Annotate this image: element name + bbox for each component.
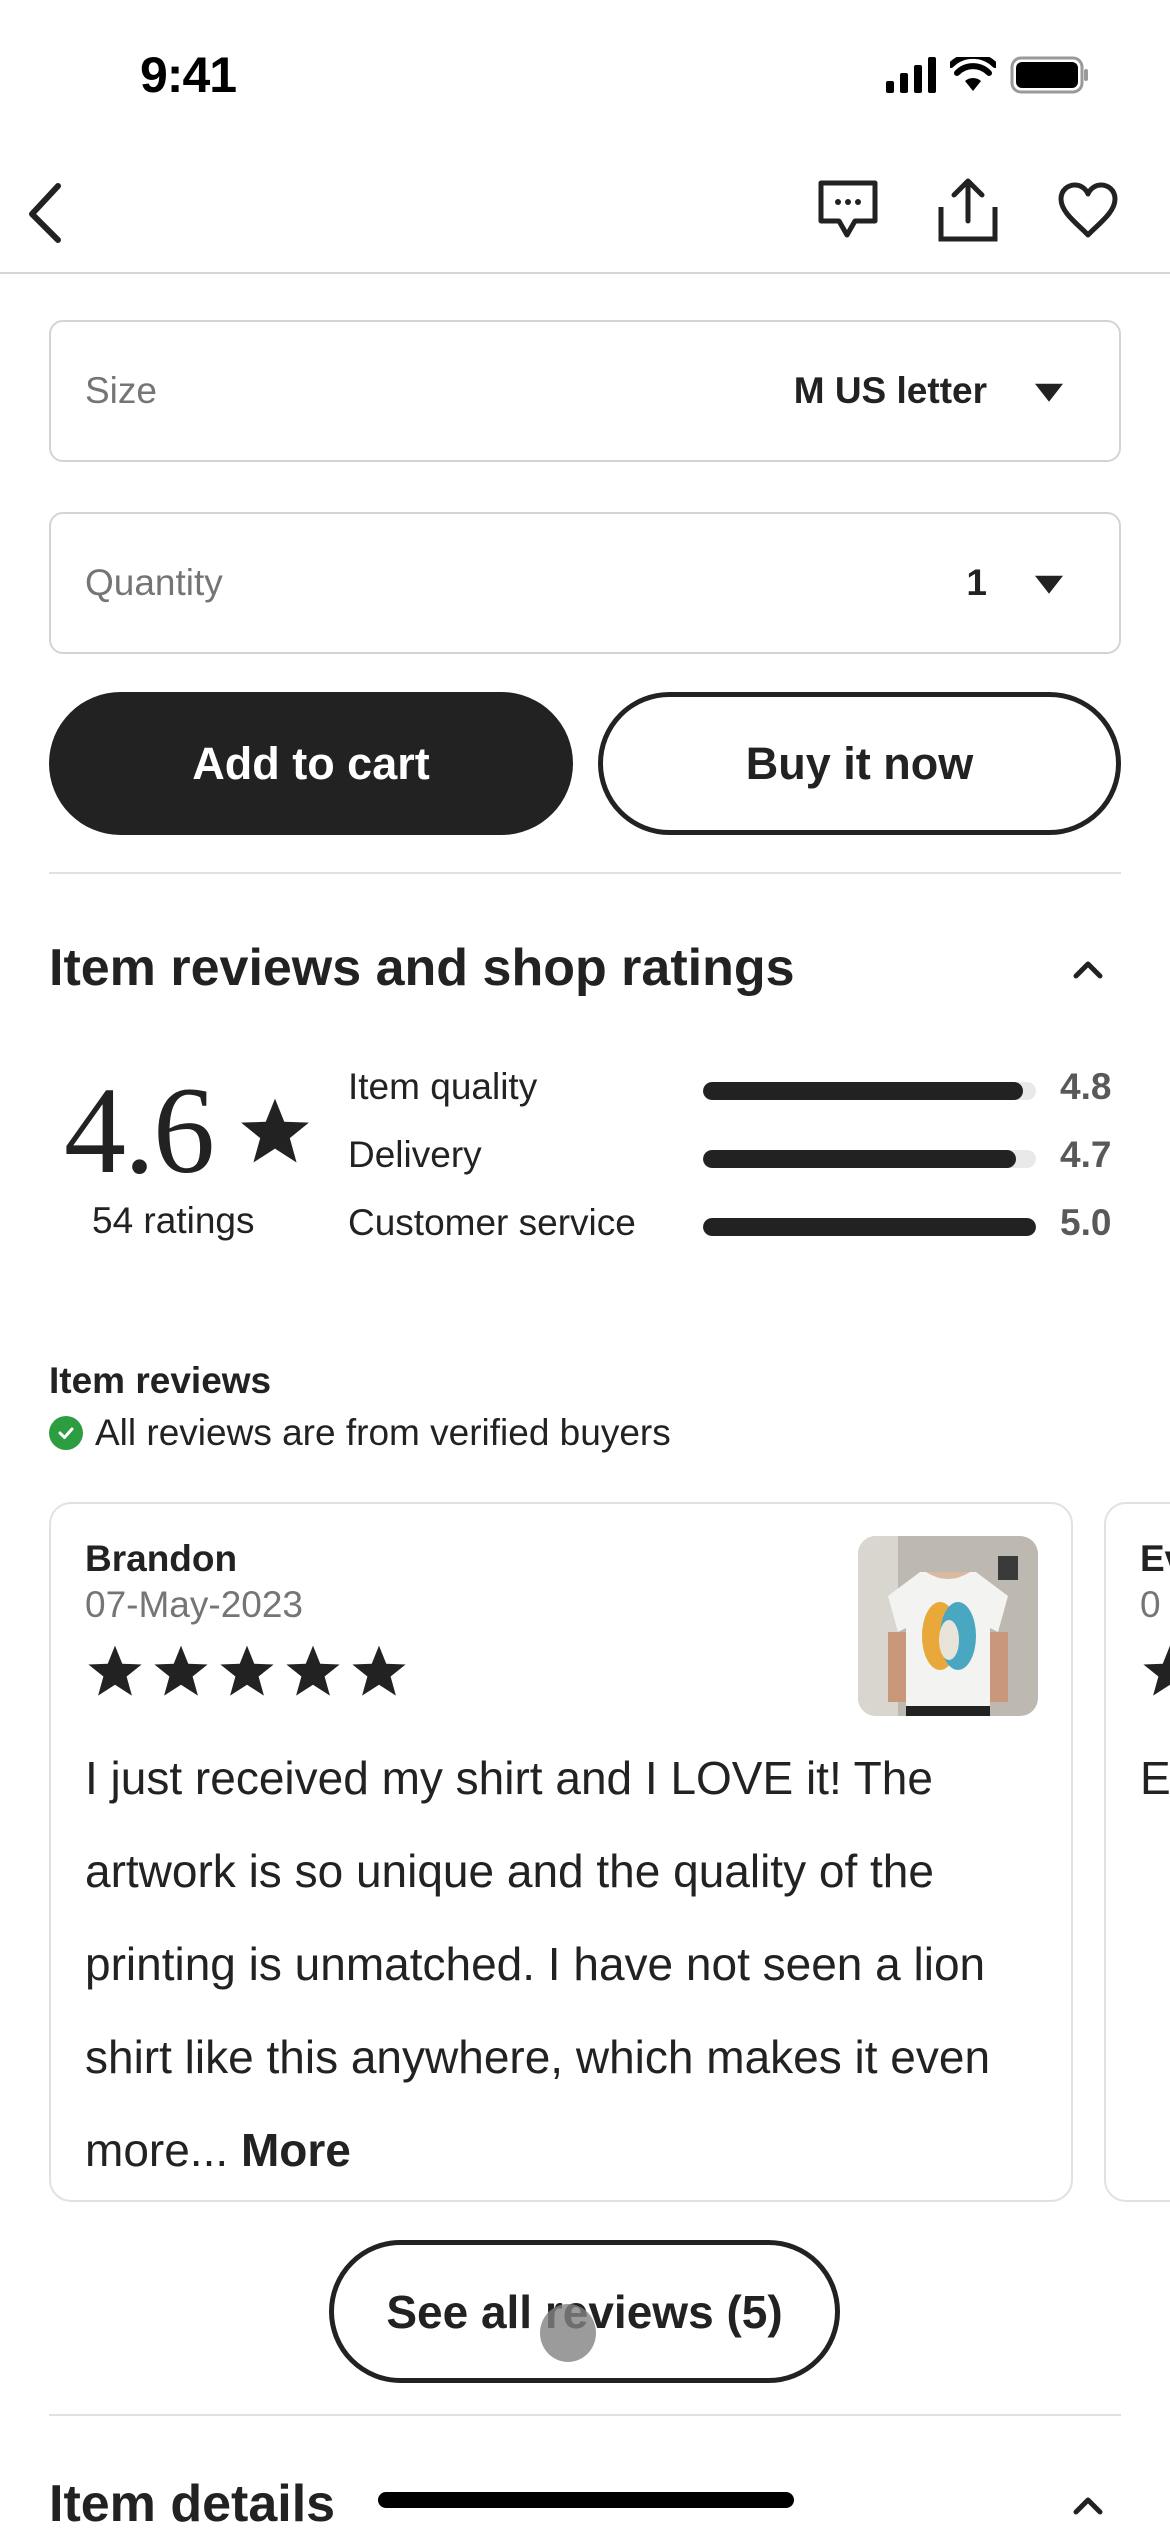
review-card[interactable]: Ev 0 E — [1104, 1502, 1170, 2202]
divider — [49, 872, 1121, 874]
wifi-icon — [950, 57, 996, 91]
status-icons — [886, 56, 1090, 94]
message-seller-button[interactable] — [806, 174, 890, 246]
star-icon — [154, 1645, 208, 1696]
share-icon — [938, 178, 998, 242]
size-label: Size — [85, 370, 157, 411]
review-date: 0 — [1140, 1584, 1161, 1625]
touch-indicator — [540, 2304, 596, 2362]
review-photo[interactable] — [858, 1536, 1038, 1716]
item-details-title: Item details — [49, 2475, 336, 2532]
divider — [49, 2414, 1121, 2416]
heart-icon — [1058, 182, 1118, 238]
nav-bar — [0, 150, 1170, 274]
reviewer-name: Brandon — [85, 1538, 238, 1579]
message-icon — [818, 180, 878, 238]
review-text: E — [1140, 1732, 1170, 1825]
caret-down-icon — [1035, 383, 1063, 402]
star-icon — [88, 1645, 142, 1696]
reviews-section-title: Item reviews and shop ratings — [49, 939, 795, 997]
review-stars — [85, 1642, 409, 1700]
metric-bar-fill — [703, 1218, 1036, 1236]
reviewer-name: Ev — [1140, 1538, 1170, 1579]
quantity-select[interactable]: Quantity 1 — [49, 512, 1121, 654]
buy-now-button[interactable]: Buy it now — [598, 692, 1121, 835]
metric-value: 4.8 — [1060, 1066, 1112, 1107]
quantity-label: Quantity — [85, 562, 223, 603]
star-icon — [1143, 1645, 1170, 1696]
add-to-cart-button[interactable]: Add to cart — [49, 692, 573, 835]
review-more-link[interactable]: More — [241, 2124, 351, 2176]
metric-label: Item quality — [348, 1066, 538, 1107]
verified-note: All reviews are from verified buyers — [49, 1412, 671, 1454]
review-body: I just received my shirt and I LOVE it! … — [85, 1752, 991, 2176]
metric-bar — [703, 1150, 1036, 1168]
review-body: E — [1140, 1752, 1170, 1804]
metric-bar — [703, 1218, 1036, 1236]
review-date: 07-May-2023 — [85, 1584, 304, 1625]
favorite-button[interactable] — [1046, 174, 1130, 246]
back-button[interactable] — [18, 174, 78, 246]
item-reviews-heading: Item reviews — [49, 1360, 272, 1401]
quantity-value: 1 — [966, 562, 987, 603]
star-icon — [241, 1098, 309, 1163]
metric-value: 5.0 — [1060, 1202, 1112, 1243]
ratings-count: 54 ratings — [92, 1200, 255, 1241]
star-icon — [220, 1645, 274, 1696]
overall-rating: 4.6 — [64, 1062, 215, 1199]
verified-check-icon — [49, 1416, 83, 1450]
metric-label: Delivery — [348, 1134, 482, 1175]
collapse-reviews-button[interactable] — [1068, 954, 1108, 984]
share-button[interactable] — [926, 174, 1010, 246]
star-icon — [352, 1645, 406, 1696]
size-select[interactable]: Size M US letter — [49, 320, 1121, 462]
chevron-up-icon — [1073, 2497, 1103, 2515]
collapse-item-details-button[interactable] — [1068, 2490, 1108, 2520]
battery-icon — [1010, 56, 1088, 94]
review-card[interactable]: Brandon 07-May-2023 I just received my s… — [49, 1502, 1073, 2202]
metric-bar-fill — [703, 1150, 1017, 1168]
size-value: M US letter — [793, 370, 987, 411]
review-stars — [1140, 1642, 1170, 1700]
metric-value: 4.7 — [1060, 1134, 1112, 1175]
status-bar: 9:41 — [0, 0, 1170, 150]
chevron-up-icon — [1073, 961, 1103, 979]
review-text: I just received my shirt and I LOVE it! … — [85, 1732, 1045, 2197]
caret-down-icon — [1035, 575, 1063, 594]
nav-actions — [806, 174, 1130, 246]
metric-bar-fill — [703, 1082, 1023, 1100]
star-icon — [286, 1645, 340, 1696]
verified-text: All reviews are from verified buyers — [95, 1412, 671, 1453]
status-time: 9:41 — [140, 47, 237, 103]
chevron-left-icon — [29, 183, 61, 243]
cellular-signal-icon — [886, 57, 936, 93]
metric-bar — [703, 1082, 1036, 1100]
review-photo-image — [858, 1536, 1038, 1716]
scroll-indicator — [378, 2492, 794, 2508]
metric-label: Customer service — [348, 1202, 636, 1243]
